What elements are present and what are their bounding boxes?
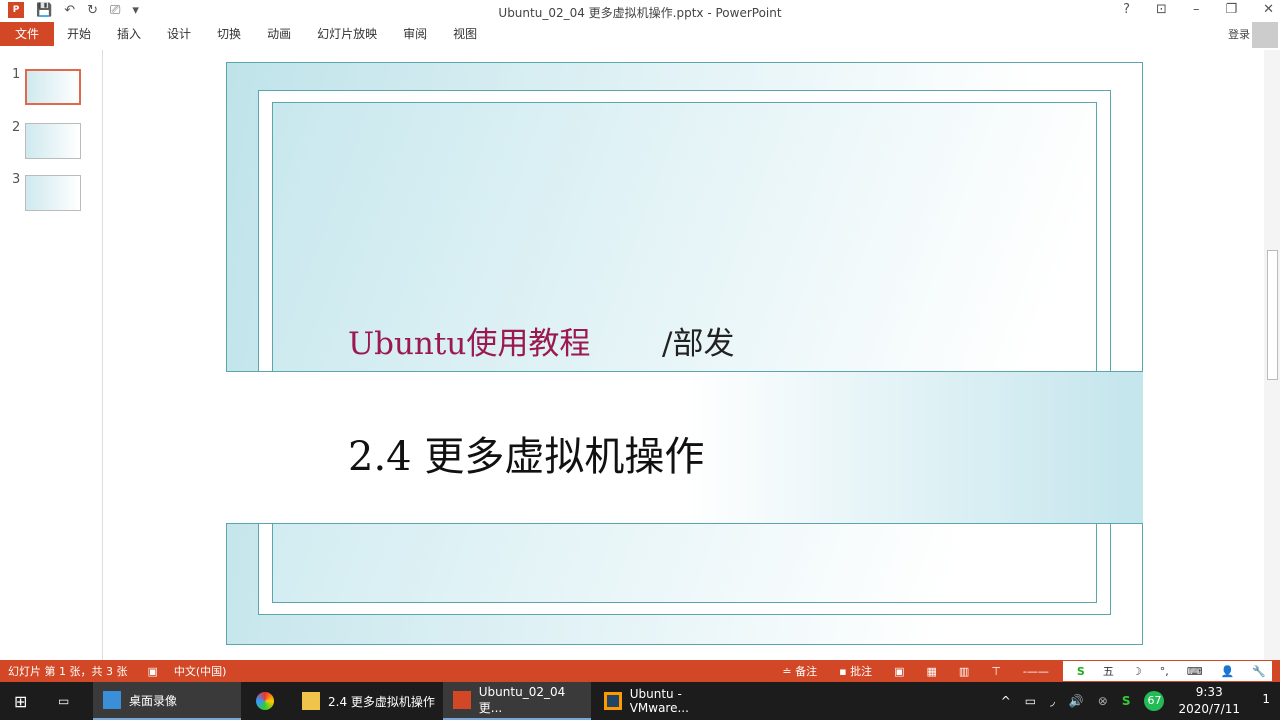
title-bar: P 💾 ↶ ↻ ⎚ ▾ Ubuntu_02_04 更多虚拟机操作.pptx - … bbox=[0, 0, 1280, 22]
slide-author[interactable]: /部发 bbox=[662, 318, 734, 363]
wubi-icon[interactable]: 五 bbox=[1103, 663, 1114, 679]
powerpoint-icon bbox=[453, 691, 471, 709]
tab-animations[interactable]: 动画 bbox=[254, 22, 304, 46]
time: 9:33 bbox=[1195, 685, 1223, 699]
tray-badge[interactable]: 67 bbox=[1144, 691, 1165, 711]
slide-info: 幻灯片 第 1 张，共 3 张 bbox=[8, 665, 128, 678]
window-title: Ubuntu_02_04 更多虚拟机操作.pptx - PowerPoint bbox=[498, 6, 782, 20]
windows-icon: ⊞ bbox=[14, 691, 28, 711]
task-view-icon: ▭ bbox=[58, 694, 70, 708]
help-icon[interactable]: ? bbox=[1123, 2, 1130, 17]
taskbar-label: Ubuntu - VMware... bbox=[629, 687, 689, 715]
slideshow-icon[interactable]: ⊤ bbox=[991, 665, 1001, 678]
slide-thumbnail-2[interactable] bbox=[25, 123, 81, 159]
normal-view-icon[interactable]: ▣ bbox=[894, 665, 904, 678]
taskbar-label: 桌面录像 bbox=[129, 693, 178, 708]
taskbar-label: 2.4 更多虚拟机操作 bbox=[328, 694, 435, 709]
taskbar-item-powerpoint[interactable]: Ubuntu_02_04 更... bbox=[443, 682, 591, 720]
restore-button[interactable]: ❐ bbox=[1225, 2, 1237, 17]
sogou-icon[interactable]: S bbox=[1077, 665, 1085, 678]
user-icon[interactable]: 👤 bbox=[1221, 665, 1235, 678]
scroll-thumb[interactable] bbox=[1267, 250, 1278, 380]
close-button[interactable]: ✕ bbox=[1263, 2, 1274, 17]
language[interactable]: 中文(中国) bbox=[174, 663, 227, 679]
ribbon-tabs: 文件 开始 插入 设计 切换 动画 幻灯片放映 审阅 视图 bbox=[0, 22, 1280, 46]
tab-slideshow[interactable]: 幻灯片放映 bbox=[304, 22, 390, 46]
start-button[interactable]: ⊞ bbox=[4, 682, 40, 720]
notification-icon[interactable]: 1 bbox=[1262, 692, 1270, 706]
avatar[interactable] bbox=[1252, 22, 1278, 48]
taskbar-item-vmware[interactable]: Ubuntu - VMware... bbox=[594, 682, 742, 720]
folder-icon bbox=[302, 692, 320, 710]
tab-home[interactable]: 开始 bbox=[54, 22, 104, 46]
taskbar-item-browser[interactable] bbox=[246, 682, 288, 720]
minimize-button[interactable]: – bbox=[1193, 2, 1200, 17]
moon-icon[interactable]: ☽ bbox=[1132, 665, 1142, 678]
ime-toolbar: S 五 ☽ °, ⌨ 👤 🔧 bbox=[1062, 661, 1272, 681]
thumb-number: 3 bbox=[12, 172, 21, 187]
thumb-number: 1 bbox=[12, 67, 21, 82]
vmware-icon bbox=[604, 692, 622, 710]
ribbon-display-icon[interactable]: ⊡ bbox=[1156, 2, 1167, 17]
taskbar-item-folder[interactable]: 2.4 更多虚拟机操作 bbox=[292, 682, 440, 720]
slide-thumbnail-1[interactable] bbox=[25, 69, 81, 105]
system-tray: ^ ▭ ◞ 🔊 ⊗ S 67 9:33 2020/7/11 bbox=[1001, 682, 1240, 720]
thumb-number: 2 bbox=[12, 120, 21, 135]
tab-transitions[interactable]: 切换 bbox=[204, 22, 254, 46]
tab-insert[interactable]: 插入 bbox=[104, 22, 154, 46]
close-circle-icon[interactable]: ⊗ bbox=[1098, 694, 1108, 708]
volume-icon[interactable]: 🔊 bbox=[1069, 694, 1084, 708]
slide-thumbnails: 1 2 3 bbox=[0, 50, 103, 660]
power-icon[interactable]: ▭ bbox=[1025, 694, 1036, 708]
spellcheck-icon[interactable]: ▣ bbox=[147, 665, 157, 678]
vertical-scrollbar[interactable] bbox=[1264, 50, 1280, 660]
taskbar-label: Ubuntu_02_04 更... bbox=[478, 684, 566, 715]
browser-icon bbox=[256, 692, 274, 710]
status-bar: 幻灯片 第 1 张，共 3 张 ▣ 中文(中国) ≐ 备注 ▪ 批注 ▣ ▦ ▥… bbox=[0, 660, 1280, 682]
sogou-tray-icon[interactable]: S bbox=[1122, 694, 1131, 708]
keyboard-icon[interactable]: ⌨ bbox=[1187, 665, 1203, 678]
tab-file[interactable]: 文件 bbox=[0, 22, 54, 46]
punctuation-icon[interactable]: °, bbox=[1160, 665, 1169, 678]
wifi-icon[interactable]: ◞ bbox=[1050, 694, 1055, 708]
date: 2020/7/11 bbox=[1178, 702, 1240, 716]
notification-count: 1 bbox=[1262, 692, 1270, 706]
clock[interactable]: 9:33 2020/7/11 bbox=[1178, 684, 1240, 718]
wrench-icon[interactable]: 🔧 bbox=[1252, 665, 1266, 678]
tab-design[interactable]: 设计 bbox=[154, 22, 204, 46]
zoom-slider[interactable]: -—— bbox=[1023, 665, 1049, 678]
slide-title[interactable]: 2.4 更多虚拟机操作 bbox=[348, 424, 704, 482]
task-view-button[interactable]: ▭ bbox=[48, 682, 88, 720]
sorter-view-icon[interactable]: ▦ bbox=[927, 665, 937, 678]
notes-button[interactable]: ≐ 备注 bbox=[782, 663, 817, 679]
taskbar-item-recorder[interactable]: 桌面录像 bbox=[93, 682, 241, 720]
slide-subtitle[interactable]: Ubuntu使用教程 bbox=[348, 318, 590, 363]
reading-view-icon[interactable]: ▥ bbox=[959, 665, 969, 678]
taskbar: ⊞ ▭ 桌面录像 2.4 更多虚拟机操作 Ubuntu_02_04 更... U… bbox=[0, 682, 1280, 720]
recorder-icon bbox=[103, 691, 121, 709]
comments-button[interactable]: ▪ 批注 bbox=[839, 663, 872, 679]
slide-thumbnail-3[interactable] bbox=[25, 175, 81, 211]
tab-view[interactable]: 视图 bbox=[440, 22, 490, 46]
tab-review[interactable]: 审阅 bbox=[390, 22, 440, 46]
login-link[interactable]: 登录 bbox=[1228, 26, 1250, 42]
chevron-up-icon[interactable]: ^ bbox=[1001, 694, 1011, 708]
